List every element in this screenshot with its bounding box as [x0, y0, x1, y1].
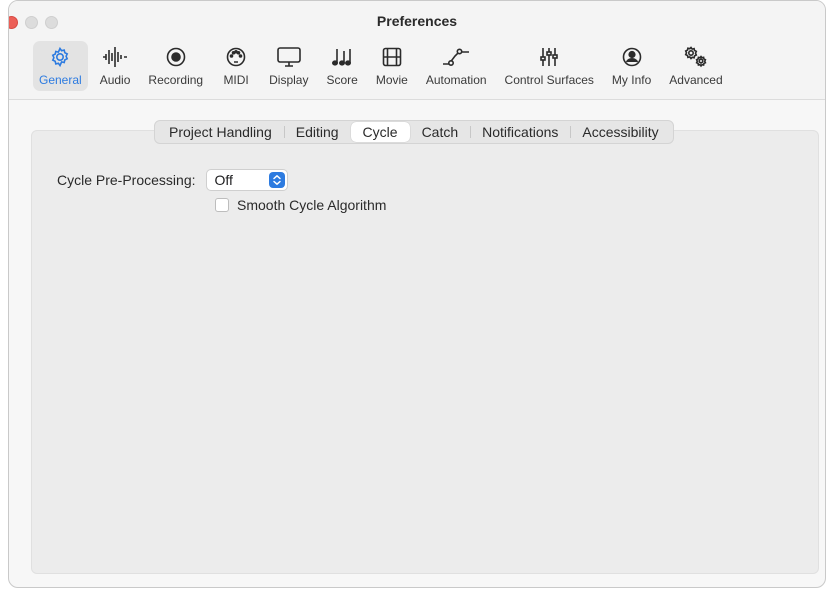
toolbar-item-score[interactable]: Score [320, 41, 363, 91]
toolbar-label: Recording [148, 73, 204, 87]
window-title: Preferences [376, 13, 458, 29]
toolbar-item-display[interactable]: Display [263, 41, 314, 91]
popup-arrows-icon [268, 172, 285, 188]
toolbar-label: Movie [375, 73, 408, 87]
tab-catch[interactable]: Catch [410, 122, 471, 142]
automation-curve-icon [441, 44, 471, 70]
toolbar-label: General [39, 73, 82, 87]
preferences-tab-bar: Project Handling Editing Cycle Catch Not… [154, 120, 674, 144]
waveform-icon [100, 44, 130, 70]
tab-notifications[interactable]: Notifications [470, 122, 570, 142]
toolbar-item-general[interactable]: General [33, 41, 88, 91]
cycle-preprocessing-value: Off [214, 172, 233, 188]
gears-icon [681, 44, 711, 70]
toolbar-item-recording[interactable]: Recording [142, 41, 209, 91]
tab-editing[interactable]: Editing [283, 122, 351, 142]
film-icon [377, 44, 407, 70]
cycle-preprocessing-row: Cycle Pre-Processing: Off [57, 169, 288, 191]
cycle-preprocessing-popup[interactable]: Off [205, 169, 288, 191]
toolbar-label: My Info [611, 73, 652, 87]
toolbar-item-audio[interactable]: Audio [94, 41, 137, 91]
toolbar-label: Advanced [669, 73, 723, 87]
smooth-cycle-row: Smooth Cycle Algorithm [215, 197, 386, 213]
cycle-preprocessing-label: Cycle Pre-Processing: [57, 172, 196, 188]
music-notes-icon [327, 44, 357, 70]
gear-icon [45, 44, 75, 70]
smooth-cycle-checkbox[interactable] [215, 198, 229, 212]
midi-connector-icon [221, 44, 251, 70]
toolbar-item-movie[interactable]: Movie [370, 41, 414, 91]
toolbar-label: Score [326, 73, 358, 87]
toolbar-item-control-surfaces[interactable]: Control Surfaces [499, 41, 600, 91]
toolbar-label: Control Surfaces [504, 73, 594, 87]
toolbar-item-automation[interactable]: Automation [420, 41, 493, 91]
toolbar-item-my-info[interactable]: My Info [606, 41, 657, 91]
person-circle-icon [617, 44, 647, 70]
tab-accessibility[interactable]: Accessibility [570, 122, 670, 142]
toolbar-item-advanced[interactable]: Advanced [663, 41, 728, 91]
preferences-content-panel [31, 130, 819, 574]
toolbar-label: MIDI [223, 73, 249, 87]
tab-cycle[interactable]: Cycle [350, 122, 410, 142]
tab-project-handling[interactable]: Project Handling [157, 122, 284, 142]
smooth-cycle-label: Smooth Cycle Algorithm [237, 197, 387, 213]
toolbar-label: Audio [99, 73, 131, 87]
toolbar-label: Automation [425, 73, 487, 87]
toolbar-label: Display [269, 73, 309, 87]
record-icon [161, 44, 191, 70]
preferences-window: Preferences General Audio Recording MIDI… [8, 0, 826, 588]
sliders-icon [534, 44, 564, 70]
monitor-icon [274, 44, 304, 70]
toolbar-item-midi[interactable]: MIDI [215, 41, 257, 91]
title-bar: Preferences General Audio Recording MIDI… [9, 1, 825, 100]
preferences-toolbar: General Audio Recording MIDI Display Sco… [33, 41, 815, 93]
